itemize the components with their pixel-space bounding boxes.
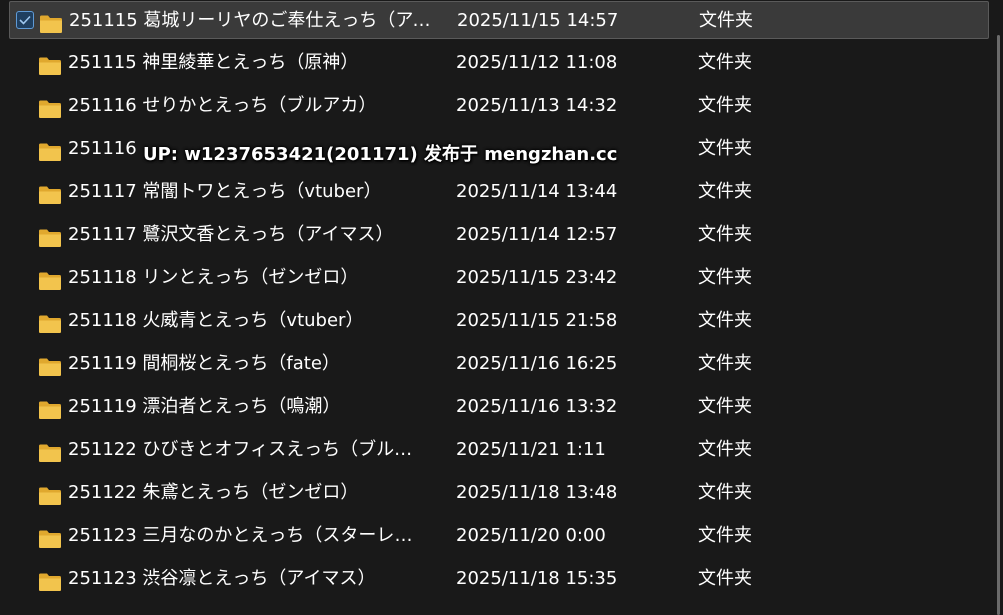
file-type: 文件夹: [698, 439, 752, 460]
file-type: 文件夹: [698, 181, 752, 202]
file-date-modified: 2025/11/15 23:42: [456, 267, 618, 288]
file-type: 文件夹: [698, 138, 752, 159]
file-date-modified: 2025/11/14 13:44: [456, 181, 618, 202]
file-date-modified: 2025/11/12 11:08: [456, 52, 618, 73]
folder-icon: [38, 181, 62, 204]
file-name: 251122 ひびきとオフィスえっち（ブルアカ）: [68, 439, 430, 460]
file-date-modified: 2025/11/18 15:35: [456, 568, 618, 589]
file-row[interactable]: 251117 常闇トワとえっち（vtuber） 2025/11/14 13:44 文…: [9, 173, 989, 211]
file-row[interactable]: 251118 火威青とえっち（vtuber） 2025/11/15 21:58 文件…: [9, 302, 989, 340]
file-type: 文件夹: [698, 353, 752, 374]
file-row[interactable]: 251115 葛城リーリヤのご奉仕えっち（アイマス） 2025/11/15 14:…: [9, 1, 989, 39]
file-name: 251123 渋谷凛とえっち（アイマス）: [68, 568, 376, 589]
file-name: 251119 漂泊者とえっち（鳴潮）: [68, 396, 341, 417]
file-type: 文件夹: [699, 10, 753, 31]
file-date-modified: 2025/11/18 13:48: [456, 482, 618, 503]
file-row[interactable]: 251118 リンとえっち（ゼンゼロ） 2025/11/15 23:42 文件夹: [9, 259, 989, 297]
file-row[interactable]: 251119 間桐桜とえっち（fate） 2025/11/16 16:25 文件夹: [9, 345, 989, 383]
file-type: 文件夹: [698, 224, 752, 245]
file-type: 文件夹: [698, 568, 752, 589]
file-row[interactable]: 251116 せりかとえっち（ブルアカ） 2025/11/13 14:32 文件夹: [9, 87, 989, 125]
file-date-modified: 2025/11/21 1:11: [456, 439, 606, 460]
folder-icon: [38, 52, 62, 75]
file-name: 251115 神里綾華とえっち（原神）: [68, 52, 359, 73]
file-date-modified: 2025/11/16 13:32: [456, 396, 618, 417]
folder-icon: [38, 267, 62, 290]
folder-icon: [38, 439, 62, 462]
folder-icon: [38, 568, 62, 591]
file-name: 251119 間桐桜とえっち（fate）: [68, 353, 340, 374]
file-row[interactable]: 251117 鷺沢文香とえっち（アイマス） 2025/11/14 12:57 文件夹: [9, 216, 989, 254]
file-name: 251117 常闇トワとえっち（vtuber）: [68, 181, 382, 202]
file-date-modified: 2025/11/20 0:00: [456, 525, 606, 546]
file-type: 文件夹: [698, 396, 752, 417]
file-row[interactable]: 251115 神里綾華とえっち（原神） 2025/11/12 11:08 文件夹: [9, 44, 989, 82]
file-type: 文件夹: [698, 95, 752, 116]
folder-icon: [39, 10, 63, 33]
file-name: 251118 リンとえっち（ゼンゼロ）: [68, 267, 359, 288]
folder-icon: [38, 310, 62, 333]
file-name: 251118 火威青とえっち（vtuber）: [68, 310, 364, 331]
file-date-modified: 2025/11/16 16:25: [456, 353, 618, 374]
file-row[interactable]: 251122 朱鳶とえっち（ゼンゼロ） 2025/11/18 13:48 文件夹: [9, 474, 989, 512]
file-name: 251122 朱鳶とえっち（ゼンゼロ）: [68, 482, 359, 503]
file-date-modified: 2025/11/15 21:58: [456, 310, 618, 331]
file-type: 文件夹: [698, 52, 752, 73]
file-row[interactable]: 251122 ひびきとオフィスえっち（ブルアカ） 2025/11/21 1:11 文…: [9, 431, 989, 469]
folder-icon: [38, 525, 62, 548]
folder-icon: [38, 396, 62, 419]
folder-icon: [38, 482, 62, 505]
file-name: 251115 葛城リーリヤのご奉仕えっち（アイマス）: [69, 10, 431, 31]
file-row[interactable]: 251123 三月なのかとえっち（スターレイル） 2025/11/20 0:00 文…: [9, 517, 989, 555]
file-row[interactable]: 251119 漂泊者とえっち（鳴潮） 2025/11/16 13:32 文件夹: [9, 388, 989, 426]
watermark-text: UP: w1237653421(201171) 发布于 mengzhan.cc: [143, 144, 618, 165]
folder-icon: [38, 95, 62, 118]
file-name: 251117 鷺沢文香とえっち（アイマス）: [68, 224, 394, 245]
folder-icon: [38, 353, 62, 376]
file-date-modified: 2025/11/14 12:57: [456, 224, 618, 245]
scrollbar-thumb[interactable]: [997, 35, 1000, 615]
file-list: 251115 葛城リーリヤのご奉仕えっち（アイマス） 2025/11/15 14:…: [0, 0, 990, 615]
file-type: 文件夹: [698, 310, 752, 331]
row-checkbox[interactable]: [16, 11, 34, 29]
file-date-modified: 2025/11/13 14:32: [456, 95, 618, 116]
file-date-modified: 2025/11/15 14:57: [457, 10, 619, 31]
file-name: 251116 せりかとえっち（ブルアカ）: [68, 95, 377, 116]
file-type: 文件夹: [698, 525, 752, 546]
file-row[interactable]: 251123 渋谷凛とえっち（アイマス） 2025/11/18 15:35 文件夹: [9, 560, 989, 598]
folder-icon: [38, 224, 62, 247]
file-type: 文件夹: [698, 267, 752, 288]
folder-icon: [38, 138, 62, 161]
checkmark-icon: [19, 15, 31, 25]
file-name: 251123 三月なのかとえっち（スターレイル）: [68, 525, 430, 546]
file-type: 文件夹: [698, 482, 752, 503]
